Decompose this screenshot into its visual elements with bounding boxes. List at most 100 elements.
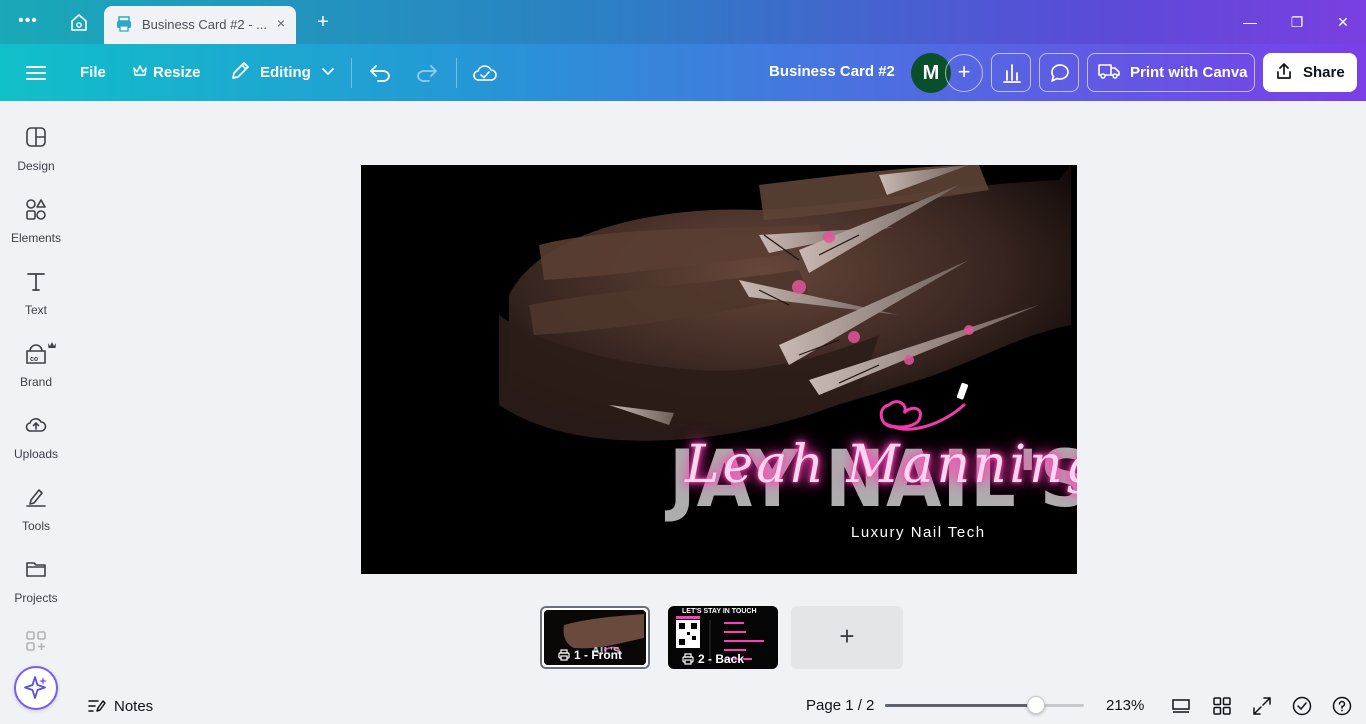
bar-chart-icon	[1003, 64, 1021, 83]
check-button[interactable]	[1292, 696, 1312, 716]
editing-label: Editing	[260, 64, 311, 81]
share-label: Share	[1303, 64, 1345, 81]
uploads-icon	[25, 418, 47, 432]
help-button[interactable]	[1332, 696, 1352, 716]
main-menu-button[interactable]	[26, 44, 46, 101]
help-icon	[1332, 696, 1352, 716]
sidebar-item-label: Design	[17, 159, 55, 173]
left-sidebar: Design Elements Text co Brand Uploads To…	[0, 101, 72, 724]
active-browser-tab[interactable]: Business Card #2 - ... ×	[104, 6, 296, 44]
truck-icon	[1098, 63, 1120, 83]
pages-view-button[interactable]	[1171, 696, 1191, 716]
apps-icon	[26, 631, 46, 651]
zoom-level[interactable]: 213%	[1106, 697, 1144, 714]
sparkle-icon	[24, 676, 47, 699]
sidebar-item-label: Text	[24, 303, 47, 317]
add-page-button[interactable]: +	[791, 606, 903, 669]
sidebar-item-projects[interactable]: Projects	[0, 557, 72, 621]
check-circle-icon	[1292, 696, 1312, 716]
sidebar-item-label: Brand	[19, 375, 53, 389]
page-label: 1 - Front	[558, 648, 622, 662]
print-favicon-icon	[116, 16, 132, 32]
owner-name-text[interactable]: Leah Manning	[685, 435, 1077, 495]
comment-icon	[1051, 64, 1069, 82]
page-label-text: 2 - Back	[698, 652, 745, 666]
brand-icon: co	[26, 342, 56, 364]
save-status-button[interactable]	[473, 44, 497, 101]
browser-tab-strip: ••• Business Card #2 - ... × + — ❐ ✕	[0, 0, 1366, 44]
tools-icon	[26, 489, 46, 507]
resize-button[interactable]: Resize	[133, 44, 201, 101]
zoom-slider-handle[interactable]	[1027, 696, 1046, 714]
toolbar-divider	[456, 58, 457, 88]
toolbar-divider	[351, 58, 352, 88]
pencil-icon	[230, 61, 250, 85]
chevron-down-icon	[321, 64, 335, 81]
sidebar-item-brand[interactable]: co Brand	[0, 341, 72, 405]
print-icon	[682, 653, 694, 665]
restore-button[interactable]: ❐	[1286, 12, 1308, 34]
page-label: 2 - Back	[682, 652, 744, 666]
redo-button[interactable]	[416, 44, 438, 101]
home-tab-icon[interactable]	[68, 12, 90, 34]
document-title[interactable]: Business Card #2	[769, 63, 895, 80]
design-canvas[interactable]: JAY NAIL'S Leah Manning Luxury Nail Tech	[361, 165, 1077, 574]
page-thumbnail-back[interactable]: LET'S STAY IN TOUCH 2 - Back	[668, 606, 778, 669]
hamburger-icon	[26, 65, 46, 80]
page-label-text: 1 - Front	[574, 648, 622, 662]
page-indicator[interactable]: Page 1 / 2	[806, 697, 874, 714]
sidebar-item-uploads[interactable]: Uploads	[0, 413, 72, 477]
editing-mode-dropdown[interactable]: Editing	[230, 44, 335, 101]
tagline-text[interactable]: Luxury Nail Tech	[851, 524, 986, 541]
print-icon	[558, 649, 570, 661]
insights-button[interactable]	[991, 53, 1031, 92]
sidebar-item-label: Projects	[14, 591, 58, 605]
elements-icon	[26, 199, 46, 220]
cloud-check-icon	[473, 64, 497, 81]
sidebar-item-text[interactable]: Text	[0, 269, 72, 333]
print-with-canva-button[interactable]: Print with Canva	[1087, 53, 1255, 92]
minimize-button[interactable]: —	[1239, 12, 1261, 34]
text-icon	[27, 273, 45, 291]
magic-assistant-button[interactable]	[14, 666, 58, 710]
notes-label: Notes	[114, 697, 154, 715]
sidebar-item-design[interactable]: Design	[0, 125, 72, 189]
grid-view-button[interactable]	[1212, 696, 1232, 716]
undo-button[interactable]	[369, 44, 391, 101]
sidebar-item-label: Uploads	[13, 447, 59, 461]
grid-icon	[1213, 697, 1231, 715]
redo-icon	[417, 64, 437, 82]
sidebar-item-apps[interactable]	[0, 629, 72, 651]
notes-button[interactable]: Notes	[88, 694, 153, 718]
sidebar-item-elements[interactable]: Elements	[0, 197, 72, 261]
tab-close-icon[interactable]: ×	[272, 14, 290, 32]
fullscreen-button[interactable]	[1252, 696, 1272, 716]
projects-icon	[26, 562, 46, 577]
comments-button[interactable]	[1039, 53, 1079, 92]
zoom-slider[interactable]	[885, 696, 1084, 714]
notes-icon	[88, 700, 106, 712]
resize-label: Resize	[153, 64, 201, 81]
design-icon	[26, 127, 46, 147]
share-button[interactable]: Share	[1263, 53, 1357, 92]
file-menu-button[interactable]: File	[80, 44, 106, 101]
page-thumbnail-front[interactable]: AIL'S 1 - Front	[540, 606, 650, 669]
zoom-slider-fill	[885, 704, 1037, 707]
print-label: Print with Canva	[1130, 64, 1248, 81]
sidebar-item-label: Tools	[21, 519, 50, 533]
page-view-icon	[1172, 699, 1190, 713]
new-tab-button[interactable]: +	[312, 11, 334, 33]
svg-text:co: co	[30, 356, 38, 363]
sidebar-item-tools[interactable]: Tools	[0, 485, 72, 549]
undo-icon	[370, 64, 390, 82]
add-collaborator-button[interactable]: +	[945, 54, 983, 92]
close-window-button[interactable]: ✕	[1332, 12, 1354, 34]
file-label: File	[80, 64, 106, 81]
editor-toolbar: File Resize Editing Business Card #2 M +	[0, 44, 1366, 101]
sidebar-item-label: Elements	[10, 231, 62, 245]
tab-title: Business Card #2 - ...	[142, 17, 267, 32]
browser-menu-icon[interactable]: •••	[16, 12, 40, 32]
expand-icon	[1253, 697, 1271, 715]
crown-icon	[133, 64, 147, 81]
share-icon	[1275, 62, 1293, 84]
